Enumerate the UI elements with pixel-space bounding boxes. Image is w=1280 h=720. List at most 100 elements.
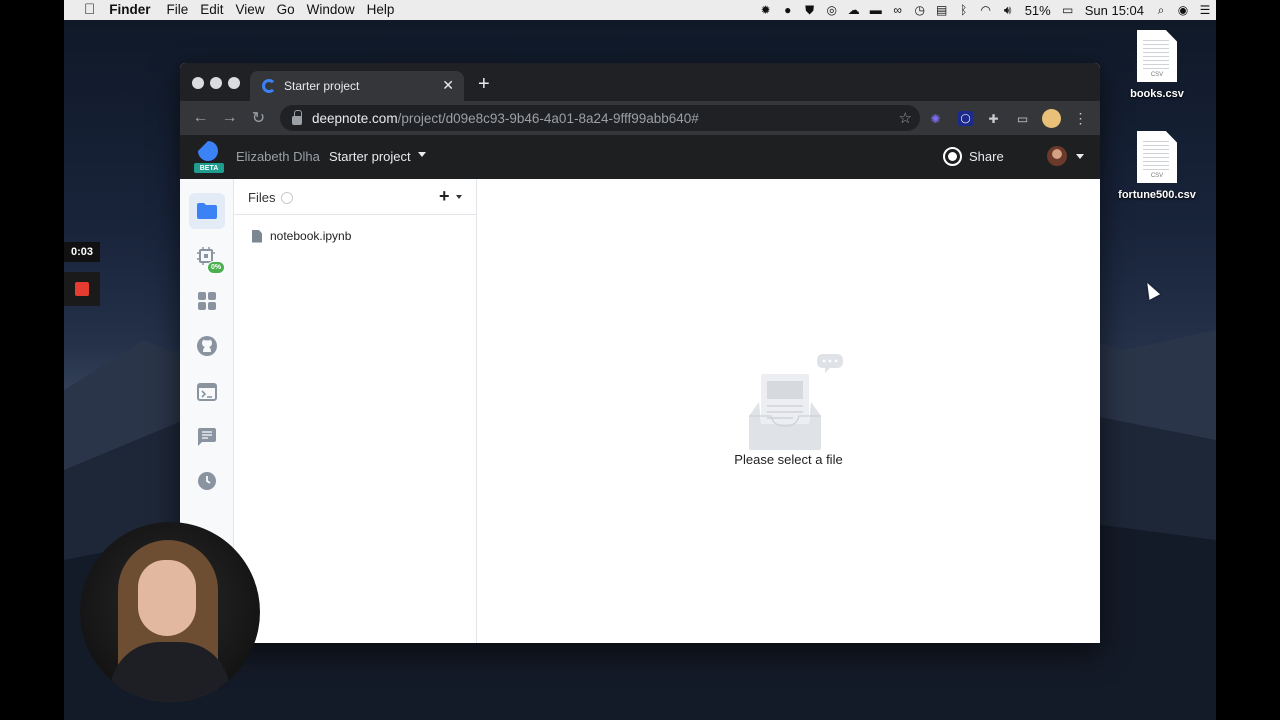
time-machine-icon[interactable]: ◷ [909,0,931,20]
url-host: deepnote.com [312,110,398,126]
menu-go[interactable]: Go [277,0,307,20]
mouse-cursor [1141,280,1161,300]
empty-state-message: Please select a file [734,452,843,467]
file-list-item[interactable]: notebook.ipynb [252,229,351,243]
browser-menu-icon[interactable]: ⋮ [1073,110,1088,126]
volume-icon[interactable]: 🔊︎ [997,0,1019,20]
menu-edit[interactable]: Edit [200,0,235,20]
menubar-clock[interactable]: Sun 15:04 [1079,3,1150,18]
desktop:  Finder File Edit View Go Window Help ✹… [64,0,1216,720]
stop-icon [75,282,89,296]
extensions-puzzle-icon[interactable]: ✚ [986,111,1001,126]
recording-timer: 0:03 [64,242,100,262]
beta-badge: BETA [194,163,224,173]
tab-strip: Starter project ✕ + [180,63,1100,101]
chevron-down-icon[interactable] [1076,154,1084,159]
share-label: Share [969,149,1004,164]
flag-icon[interactable]: ▤ [931,0,953,20]
sidebar-item-environment[interactable]: 0% [189,239,226,275]
new-tab-button[interactable]: + [478,73,490,96]
desktop-file-label: fortune500.csv [1118,189,1196,201]
chevron-down-icon[interactable] [418,152,426,157]
browser-toolbar: ← → ↻ deepnote.com/project/d09e8c93-9b46… [180,101,1100,135]
desktop-file-books[interactable]: CSV books.csv [1107,30,1207,100]
back-icon[interactable]: ← [186,109,215,127]
window-zoom-button[interactable] [228,77,240,89]
sun-icon[interactable]: ✹ [755,0,777,20]
sidebar-item-terminal[interactable] [189,374,225,410]
files-header: Files + [234,179,477,215]
comment-icon [198,428,216,446]
swirl-icon[interactable]: ◎ [821,0,843,20]
shield-icon[interactable]: ⛊ [799,0,821,20]
screen-icon[interactable]: ▬ [865,0,887,20]
webcam-overlay [80,522,260,702]
sidebar-item-history[interactable] [189,463,225,499]
window-close-button[interactable] [192,77,204,89]
browser-window: Starter project ✕ + ← → ↻ deepnote.com/p… [180,63,1100,643]
lock-icon[interactable] [292,109,302,125]
github-icon [197,336,217,356]
sidebar-item-github[interactable] [189,328,225,364]
deepnote-favicon-icon [262,79,276,93]
menu-app-name[interactable]: Finder [109,0,166,20]
profile-avatar[interactable] [1042,109,1061,128]
address-bar[interactable]: deepnote.com/project/d09e8c93-9b46-4a01-… [280,105,920,131]
menu-window[interactable]: Window [307,0,367,20]
cloud-icon[interactable]: ☁ [843,0,865,20]
stop-recording-button[interactable] [64,272,100,306]
desktop-file-label: books.csv [1130,88,1184,100]
sync-spinner-icon [281,192,293,204]
glasses-icon[interactable]: ∞ [887,0,909,20]
grid-icon [198,292,216,310]
user-avatar[interactable] [1047,146,1067,166]
folder-icon [197,203,217,219]
share-button[interactable]: Share [943,147,1004,166]
wifi-icon[interactable]: ◠ [975,0,997,20]
macos-menubar:  Finder File Edit View Go Window Help ✹… [64,0,1216,20]
project-name[interactable]: Starter project [329,149,411,164]
close-tab-icon[interactable]: ✕ [442,77,454,94]
spotlight-icon[interactable]: ⌕ [1150,0,1172,20]
file-name: notebook.ipynb [270,229,352,243]
browser-tab[interactable]: Starter project ✕ [250,71,464,101]
battery-percent: 51% [1024,2,1051,18]
deepnote-header: BETA Elizabeth Dlha Starter project Shar… [180,135,1100,179]
menu-file[interactable]: File [167,0,201,20]
files-title: Files [248,190,276,205]
csv-file-icon: CSV [1137,131,1177,183]
add-file-button[interactable]: + [439,186,450,207]
breadcrumb-owner[interactable]: Elizabeth Dlha [236,149,320,164]
notification-center-icon[interactable]: ☰ [1194,0,1216,20]
extension-loom-icon[interactable]: ◯ [958,111,973,126]
deepnote-logo[interactable]: BETA [194,141,224,173]
url-path: /project/d09e8c93-9b46-4a01-8a24-9fff99a… [397,110,699,126]
pin-icon[interactable]: ● [777,0,799,20]
menu-help[interactable]: Help [367,0,407,20]
extension-gear-icon[interactable]: ✺ [928,111,943,126]
apple-icon[interactable]:  [64,0,109,20]
desktop-file-fortune500[interactable]: CSV fortune500.csv [1107,131,1207,201]
file-icon [252,229,262,243]
siri-icon[interactable]: ◉ [1172,0,1194,20]
bookmark-star-icon[interactable]: ☆ [899,109,912,127]
sidebar-item-files[interactable] [189,193,225,229]
clock-icon [198,472,216,490]
sidebar-item-integrations[interactable] [189,283,225,319]
forward-icon[interactable]: → [215,109,244,127]
resource-badge: 0% [207,261,226,274]
chevron-down-icon[interactable] [456,195,462,199]
cast-icon[interactable]: ▭ [1015,111,1030,126]
sidebar-item-comments[interactable] [189,419,225,455]
tab-title: Starter project [284,79,360,93]
csv-file-icon: CSV [1137,30,1177,82]
files-panel: Files + notebook.ipynb [234,179,477,643]
menu-view[interactable]: View [236,0,277,20]
window-minimize-button[interactable] [210,77,222,89]
terminal-icon [197,383,217,401]
reload-icon[interactable]: ↻ [244,108,273,128]
bluetooth-icon[interactable]: ᛒ [953,0,975,20]
main-content: Please select a file [477,179,1100,643]
battery-icon[interactable]: ▭ [1057,0,1079,20]
globe-icon [943,147,962,166]
